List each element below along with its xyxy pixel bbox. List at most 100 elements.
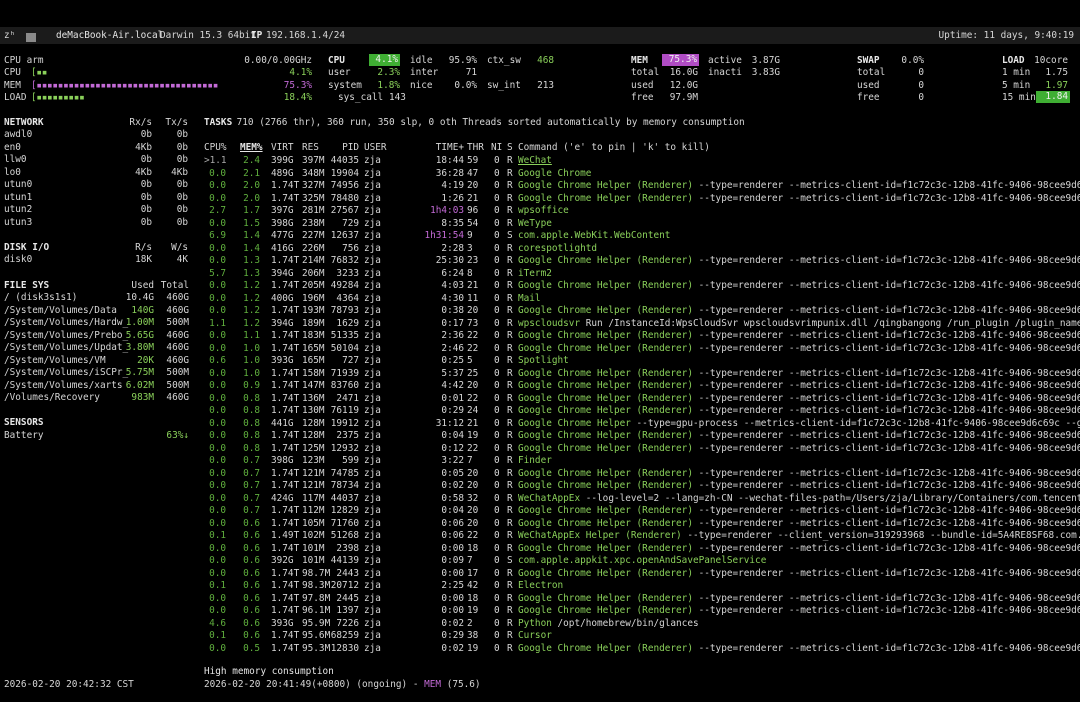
process-row[interactable]: 6.9 1.4 477G 227M 12637 zja 1h31:54 9 0 Scom.appl… bbox=[204, 230, 1080, 242]
proc-res: 97.8M bbox=[302, 592, 331, 604]
col-user[interactable]: USER bbox=[364, 142, 387, 154]
process-row[interactable]: 0.0 0.8 1.74T 130M 76119 zja 0:29 24 0 R Google Ch… bbox=[204, 405, 1080, 417]
col-time[interactable]: TIME+ bbox=[424, 142, 464, 154]
network-iface-tx: 0b bbox=[176, 216, 188, 228]
proc-user: zja bbox=[364, 580, 381, 591]
proc-command: wpsoffice bbox=[518, 205, 569, 217]
proc-virt: 392G bbox=[271, 555, 294, 566]
process-row[interactable]: 0.0 1.5 398G 238M 729 zja 8:35 54 0 R WeType bbox=[204, 218, 1080, 230]
proc-command: Google Chrome Helper (Renderer) --type=r… bbox=[518, 305, 1080, 317]
cpu-ctxsw-label: ctx_sw bbox=[487, 55, 521, 66]
proc-mem: 0.7 bbox=[243, 480, 260, 491]
proc-state: R bbox=[507, 542, 513, 554]
process-row[interactable]: 0.0 0.9 1.74T 147M 83760 zja 4:42 20 0 R Google Ch… bbox=[204, 380, 1080, 392]
proc-args: --type=renderer --metrics-client-id=f1c7… bbox=[698, 180, 1080, 191]
process-row[interactable]: 0.0 0.5 1.74T 95.3M 12830 zja 0:02 19 0 R Google C… bbox=[204, 643, 1080, 655]
process-row[interactable]: 0.0 1.0 1.74T 165M 50104 zja 2:46 22 0 R Google Ch… bbox=[204, 343, 1080, 355]
ql-mem-bar: [▪▪▪▪▪▪▪▪▪▪▪▪▪▪▪▪▪▪▪▪▪▪▪▪▪▪▪▪▪▪▪▪▪▪ bbox=[31, 80, 219, 91]
process-row[interactable]: 0.0 1.3 1.74T 214M 76832 zja 25:30 23 0 R Google C… bbox=[204, 255, 1080, 267]
proc-thr: 47 bbox=[467, 167, 479, 179]
proc-time: 36:28 bbox=[435, 167, 464, 179]
proc-name: Google Chrome Helper (Renderer) bbox=[518, 467, 693, 479]
process-row[interactable]: 0.0 1.2 400G 196M 4364 zja 4:30 11 0 R Mail bbox=[204, 293, 1080, 305]
proc-state: R bbox=[507, 567, 513, 579]
proc-state: R bbox=[507, 530, 513, 541]
process-row[interactable]: 0.0 2.0 1.74T 327M 74956 zja 4:19 20 0 R Google Ch… bbox=[204, 180, 1080, 192]
process-row[interactable]: 2.7 1.7 397G 281M 27567 zja 1h4:03 96 0 Rwpsoffic… bbox=[204, 205, 1080, 217]
process-row[interactable]: 0.0 0.8 1.74T 136M 2471 zja 0:01 22 0 R Google Chr… bbox=[204, 393, 1080, 405]
sensors-title: SENSORS bbox=[4, 417, 44, 428]
proc-ni: 0 bbox=[494, 567, 500, 579]
process-row[interactable]: 0.0 0.8 1.74T 128M 2375 zja 0:04 19 0 R Google Chr… bbox=[204, 430, 1080, 442]
process-row[interactable]: 0.0 0.6 1.74T 98.7M 2443 zja 0:00 17 0 R Google Ch… bbox=[204, 568, 1080, 580]
process-row[interactable]: 0.0 0.7 1.74T 121M 78734 zja 0:02 20 0 R Google Ch… bbox=[204, 480, 1080, 492]
proc-pid: 1629 bbox=[336, 317, 359, 329]
process-row[interactable]: 0.0 1.4 416G 226M 756 zja 2:28 3 0 Rcorespotlight… bbox=[204, 243, 1080, 255]
col-thr[interactable]: THR bbox=[467, 142, 484, 154]
proc-args: --type=renderer --metrics-client-id=f1c7… bbox=[698, 305, 1080, 316]
col-ni[interactable]: NI bbox=[491, 142, 502, 154]
proc-cpu: 0.1 bbox=[209, 580, 226, 591]
proc-user: zja bbox=[364, 155, 381, 166]
col-s[interactable]: S bbox=[507, 142, 513, 154]
proc-time: 0:02 bbox=[441, 642, 464, 654]
process-row[interactable]: 5.7 1.3 394G 206M 3233 zja 6:24 8 0 RiTerm2 bbox=[204, 268, 1080, 280]
process-row[interactable]: 0.0 0.6 392G 101M 44139 zja 0:09 7 0 Scom.apple.a… bbox=[204, 555, 1080, 567]
col-res[interactable]: RES bbox=[302, 142, 319, 154]
col-command[interactable]: Command ('e' to pin | 'k' to kill) bbox=[518, 142, 710, 154]
proc-thr: 25 bbox=[467, 367, 479, 379]
process-row[interactable]: 0.0 0.7 424G 117M 44037 zja 0:58 32 0 R WeChatAppE… bbox=[204, 493, 1080, 505]
process-row[interactable]: >1.1 2.4 399G 397M 44035 zja 18:44 59 0 R WeChat bbox=[204, 155, 1080, 167]
process-row[interactable]: 0.0 1.1 1.74T 183M 51335 zja 2:36 22 0 R Google Ch… bbox=[204, 330, 1080, 342]
proc-user: zja bbox=[364, 405, 381, 416]
process-row[interactable]: 0.0 0.7 1.74T 121M 74785 zja 0:05 20 0 R Google Ch… bbox=[204, 468, 1080, 480]
col-mem[interactable]: MEM% bbox=[240, 142, 263, 154]
proc-args: --type=renderer --metrics-client-id=f1c7… bbox=[698, 592, 1080, 604]
process-row[interactable]: 0.0 0.7 398G 123M 599 zja 3:22 7 0 R Finder bbox=[204, 455, 1080, 467]
process-row[interactable]: 0.6 1.0 393G 165M 727 zja 0:25 5 0 R Spotlight bbox=[204, 355, 1080, 367]
proc-time: 0:04 bbox=[441, 430, 464, 441]
load-1min: 1.75 bbox=[1045, 67, 1068, 78]
proc-args: --type=renderer --metrics-client-id=f1c7… bbox=[698, 330, 1080, 341]
process-row[interactable]: 0.1 0.6 1.49T 102M 51268 zja 0:06 22 0 R WeChatApp… bbox=[204, 530, 1080, 542]
process-row[interactable]: 0.0 1.2 1.74T 193M 78793 zja 0:38 20 0 R Google Ch… bbox=[204, 305, 1080, 317]
proc-res: 158M bbox=[302, 367, 325, 379]
proc-ni: 0 bbox=[494, 380, 500, 391]
col-cpu[interactable]: CPU% bbox=[204, 142, 227, 154]
network-iface-rx: 0b bbox=[140, 204, 152, 215]
process-row[interactable]: 0.0 0.6 1.74T 96.1M 1397 zja 0:00 19 0 R Google Ch… bbox=[204, 605, 1080, 617]
proc-cpu: 0.0 bbox=[209, 592, 226, 604]
proc-thr: 42 bbox=[467, 580, 479, 591]
proc-pid: 71760 bbox=[330, 517, 359, 529]
proc-cpu: 4.6 bbox=[209, 617, 226, 629]
process-row[interactable]: 0.0 0.6 1.74T 97.8M 2445 zja 0:00 18 0 R Google Ch… bbox=[204, 593, 1080, 605]
proc-command: com.apple.WebKit.WebContent bbox=[518, 230, 670, 242]
col-pid[interactable]: PID bbox=[334, 142, 359, 154]
proc-thr: 59 bbox=[467, 155, 479, 166]
proc-name: Finder bbox=[518, 455, 552, 466]
process-row[interactable]: 0.0 0.8 441G 128M 19912 zja 31:12 21 0 R Google Ch… bbox=[204, 418, 1080, 430]
process-row[interactable]: 0.0 2.0 1.74T 325M 78480 zja 1:26 21 0 R Google Ch… bbox=[204, 193, 1080, 205]
process-row[interactable]: 0.0 1.0 1.74T 158M 71939 zja 5:37 25 0 R Google Ch… bbox=[204, 368, 1080, 380]
proc-virt: 399G bbox=[271, 155, 294, 166]
process-row[interactable]: 0.1 0.6 1.74T 98.3M 20712 zja 2:25 42 0 R Electron bbox=[204, 580, 1080, 592]
process-row[interactable]: 0.0 2.1 489G 348M 19904 zja 36:28 47 0 R Google Ch… bbox=[204, 168, 1080, 180]
process-row[interactable]: 0.0 0.6 1.74T 101M 2398 zja 0:00 18 0 R Google Chr… bbox=[204, 543, 1080, 555]
process-row[interactable]: 0.0 0.8 1.74T 125M 12932 zja 0:12 22 0 R Google Ch… bbox=[204, 443, 1080, 455]
proc-user: zja bbox=[364, 317, 381, 329]
process-row[interactable]: 1.1 1.2 394G 189M 1629 zja 0:17 73 0 Rwpscloudsvr… bbox=[204, 318, 1080, 330]
process-row[interactable]: 0.0 0.6 1.74T 105M 71760 zja 0:06 20 0 R Google Ch… bbox=[204, 518, 1080, 530]
proc-virt: 1.74T bbox=[271, 330, 300, 341]
proc-time: 25:30 bbox=[435, 255, 464, 266]
process-row[interactable]: 0.0 1.2 1.74T 205M 49284 zja 4:03 21 0 R Google Ch… bbox=[204, 280, 1080, 292]
proc-pid: 74785 bbox=[330, 467, 359, 479]
process-row[interactable]: 0.0 0.7 1.74T 112M 12829 zja 0:04 20 0 R Google Ch… bbox=[204, 505, 1080, 517]
proc-thr: 18 bbox=[467, 592, 479, 604]
proc-name: Google Chrome bbox=[518, 167, 592, 179]
process-row[interactable]: 4.6 0.6 393G 95.9M 7226 zja 0:02 2 0 R Python /opt… bbox=[204, 618, 1080, 630]
process-row[interactable]: 0.1 0.6 1.74T 95.6M 68259 zja 0:29 38 0 R Cursor bbox=[204, 630, 1080, 642]
network-iface-name: lo0 bbox=[4, 166, 21, 178]
proc-ni: 0 bbox=[494, 555, 500, 566]
proc-state: S bbox=[507, 230, 513, 241]
col-virt[interactable]: VIRT bbox=[271, 142, 294, 154]
